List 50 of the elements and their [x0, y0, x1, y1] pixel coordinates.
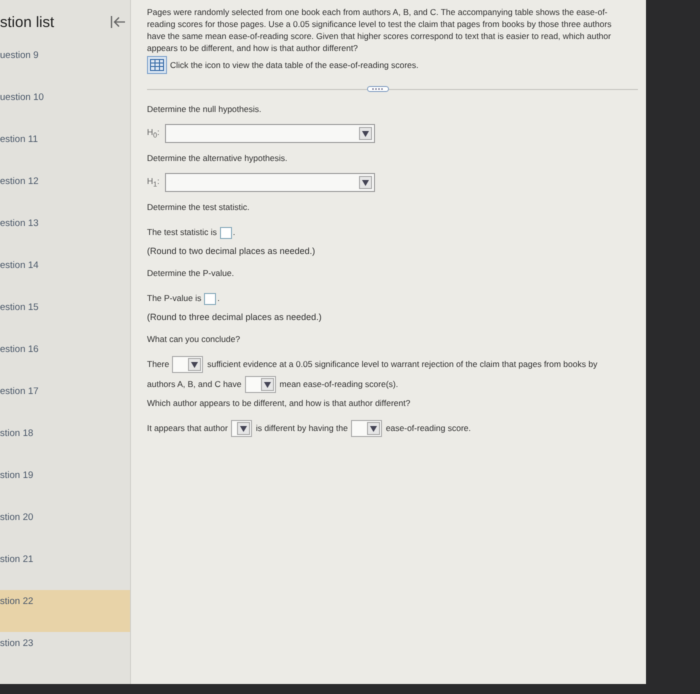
caret-icon[interactable] — [188, 358, 202, 372]
question-list-item[interactable]: stion 20 — [0, 506, 130, 548]
table-icon[interactable] — [147, 56, 167, 74]
instruction-text: What can you conclude? — [147, 334, 242, 344]
question-list-item[interactable]: estion 13 — [0, 212, 130, 254]
sidebar-title: stion list — [0, 14, 54, 30]
rounding-note: (Round to two decimal places as needed.) — [147, 246, 316, 256]
answer-text: sufficient evidence at a 0.05 significance level to warrant rejection of the claim that pages from books by — [207, 359, 598, 369]
instruction-text: Determine the alternative hypothesis. — [147, 153, 288, 163]
question-list-item[interactable]: uestion 9 — [0, 44, 130, 86]
instruction-text: Determine the P-value. — [147, 268, 235, 278]
collapse-icon[interactable] — [110, 15, 126, 29]
answer-text: There — [147, 359, 170, 369]
answer-text: The P-value is — [147, 293, 202, 303]
table-link-text: Click the icon to view the data table of the ease-of-reading scores. — [170, 60, 419, 70]
question-list-item[interactable]: estion 15 — [0, 296, 130, 338]
caret-icon[interactable] — [260, 378, 274, 392]
question-list-item[interactable]: uestion 10 — [0, 86, 130, 128]
question-list-item[interactable]: stion 23 — [0, 632, 130, 674]
question-list-item[interactable]: estion 16 — [0, 338, 130, 380]
answer-text: . — [217, 293, 220, 303]
expand-icon[interactable] — [367, 86, 389, 92]
question-list-item[interactable]: stion 18 — [0, 422, 130, 464]
instruction-text: Determine the null hypothesis. — [147, 104, 262, 114]
answer-text: . — [232, 227, 236, 237]
answer-dropdown[interactable] — [230, 420, 252, 438]
answer-text: authors A, B, and C have — [147, 379, 242, 389]
caret-icon[interactable] — [359, 127, 372, 140]
answer-text: is different by having the — [256, 423, 348, 433]
question-list-item[interactable]: stion 19 — [0, 464, 130, 506]
answer-text: mean ease-of-reading score(s). — [280, 379, 398, 389]
question-list-item[interactable]: stion 21 — [0, 548, 130, 590]
question-list-item[interactable]: estion 17 — [0, 380, 130, 422]
answer-text: ease-of-reading score. — [386, 423, 471, 433]
caret-icon[interactable] — [236, 422, 250, 436]
question-list-item[interactable]: estion 12 — [0, 170, 130, 212]
answer-dropdown[interactable] — [172, 356, 204, 374]
instruction-text: Determine the test statistic. — [147, 202, 251, 212]
question-list-item[interactable]: stion 22 — [0, 590, 130, 632]
answer-dropdown[interactable] — [244, 376, 276, 394]
question-list-item[interactable]: estion 11 — [0, 128, 130, 170]
question-list-item[interactable]: estion 14 — [0, 254, 130, 296]
answer-text: The test statistic is — [147, 227, 217, 237]
caret-icon[interactable] — [359, 176, 372, 189]
answer-dropdown[interactable] — [350, 420, 382, 438]
answer-text: It appears that author — [147, 423, 228, 433]
caret-icon[interactable] — [366, 422, 380, 436]
rounding-note: (Round to three decimal places as needed.) — [147, 312, 323, 322]
instruction-text: Which author appears to be different, and how is that author different? — [147, 398, 412, 408]
question-text: Pages were randomly selected from one book each from authors A, B, and C. The accompanying table shows the ease-of-reading scores for those pages. Use a 0.05 significance level to test the claim that pages from books by those three authors have the same mean ease-of-reading score. Given that higher scores correspond to text that is easier to read, which author appears to be different, and how is that author different? — [147, 6, 612, 54]
